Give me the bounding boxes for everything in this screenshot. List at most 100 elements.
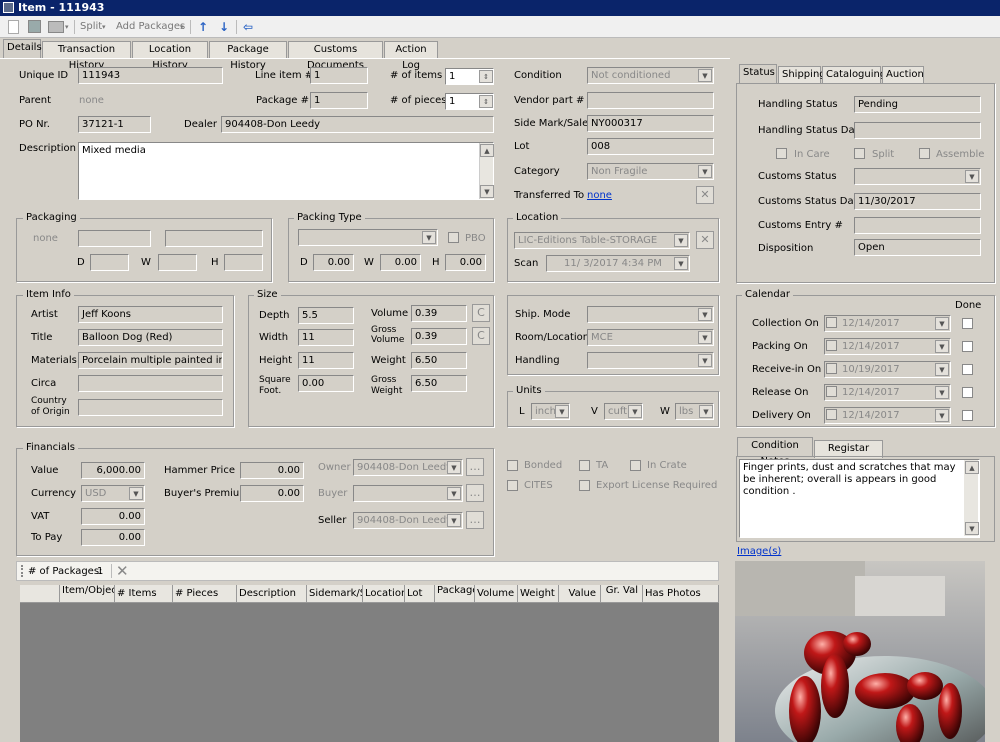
col-items[interactable]: # Items: [115, 585, 173, 603]
chevron-down-icon[interactable]: ▼: [674, 257, 688, 270]
calendar-done-checkbox[interactable]: [962, 341, 973, 352]
chevron-down-icon[interactable]: ▼: [129, 487, 143, 500]
tab-auction[interactable]: Auction: [882, 66, 924, 84]
vat-field[interactable]: 0.00: [81, 508, 145, 525]
vendor-part-field[interactable]: [587, 92, 714, 109]
tab-status[interactable]: Status: [739, 64, 777, 84]
value-field[interactable]: 6,000.00: [81, 462, 145, 479]
col-value[interactable]: Value: [559, 585, 601, 603]
split-dropdown-icon[interactable]: ▾: [102, 16, 106, 38]
images-link[interactable]: Image(s): [737, 545, 781, 559]
move-up-icon[interactable]: ↑: [198, 16, 208, 38]
clear-transfer-button[interactable]: ✕: [696, 186, 714, 204]
calendar-done-checkbox[interactable]: [962, 410, 973, 421]
print-dropdown-icon[interactable]: ▾: [65, 16, 69, 38]
chevron-down-icon[interactable]: ▼: [555, 405, 569, 418]
calendar-date-picker[interactable]: 12/14/2017: [824, 315, 951, 332]
col-item-object[interactable]: Item/Object #: [60, 585, 115, 603]
cites-checkbox[interactable]: [507, 480, 518, 491]
chevron-down-icon[interactable]: ▼: [965, 170, 979, 183]
height-field[interactable]: 11: [298, 352, 354, 369]
chevron-down-icon[interactable]: ▼: [935, 317, 949, 330]
buyers-premium-field[interactable]: 0.00: [240, 485, 304, 502]
handling-select[interactable]: [587, 352, 714, 369]
scroll-down-icon[interactable]: ▼: [480, 185, 494, 198]
back-icon[interactable]: ⇦: [243, 16, 253, 38]
in-crate-checkbox[interactable]: [630, 460, 641, 471]
chevron-down-icon[interactable]: ▼: [698, 354, 712, 367]
calendar-date-picker[interactable]: 12/14/2017: [824, 338, 951, 355]
col-weight[interactable]: Weight: [518, 585, 559, 603]
condition-notes-field[interactable]: Finger prints, dust and scratches that m…: [739, 459, 980, 538]
tab-location-history[interactable]: Location History: [132, 41, 208, 71]
buyer-browse-button[interactable]: …: [466, 484, 484, 502]
chevron-down-icon[interactable]: ▼: [698, 165, 712, 178]
materials-field[interactable]: Porcelain multiple painted in chrom: [78, 352, 223, 369]
stepper-icon[interactable]: ⇕: [479, 95, 493, 108]
transferred-link[interactable]: none: [587, 189, 612, 203]
chevron-down-icon[interactable]: ▼: [698, 331, 712, 344]
tab-details[interactable]: Details: [3, 39, 42, 59]
title-field[interactable]: Balloon Dog (Red): [78, 329, 223, 346]
col-description[interactable]: Description: [237, 585, 307, 603]
chevron-down-icon[interactable]: ▼: [447, 487, 461, 500]
split-button[interactable]: Split: [80, 16, 102, 38]
chevron-down-icon[interactable]: ▼: [628, 405, 642, 418]
calendar-enable-checkbox[interactable]: [826, 363, 837, 374]
scroll-up-icon[interactable]: ▲: [965, 461, 979, 474]
packing-type-select[interactable]: [298, 229, 438, 246]
col-pieces[interactable]: # Pieces: [173, 585, 237, 603]
scroll-up-icon[interactable]: ▲: [480, 144, 494, 157]
country-field[interactable]: [78, 399, 223, 416]
weight-field[interactable]: 6.50: [411, 352, 467, 369]
calendar-done-checkbox[interactable]: [962, 387, 973, 398]
disposition-field[interactable]: Open: [854, 239, 981, 256]
dealer-field[interactable]: 904408-Don Leedy: [221, 116, 494, 133]
packing-d-field[interactable]: 0.00: [313, 254, 354, 271]
tab-customs-documents[interactable]: Customs Documents: [288, 41, 383, 71]
add-packages-dropdown-icon[interactable]: ▾: [180, 16, 184, 38]
chevron-down-icon[interactable]: ▼: [935, 409, 949, 422]
pbo-checkbox[interactable]: [448, 232, 459, 243]
calendar-enable-checkbox[interactable]: [826, 340, 837, 351]
calendar-date-picker[interactable]: 12/14/2017: [824, 407, 951, 424]
delete-package-icon[interactable]: ✕: [116, 561, 129, 581]
category-select[interactable]: Non Fragile: [587, 163, 714, 180]
packing-h-field[interactable]: 0.00: [445, 254, 486, 271]
to-pay-field[interactable]: 0.00: [81, 529, 145, 546]
col-package-type[interactable]: Package T: [435, 585, 475, 603]
calendar-date-picker[interactable]: 10/19/2017: [824, 361, 951, 378]
in-care-checkbox[interactable]: [776, 148, 787, 159]
col-volume[interactable]: Volume: [475, 585, 518, 603]
seller-browse-button[interactable]: …: [466, 511, 484, 529]
sidemark-field[interactable]: NY000317: [587, 115, 714, 132]
chevron-down-icon[interactable]: ▼: [447, 514, 461, 527]
ship-mode-select[interactable]: [587, 306, 714, 323]
col-lot[interactable]: Lot: [405, 585, 435, 603]
chevron-down-icon[interactable]: ▼: [935, 340, 949, 353]
col-location[interactable]: Location: [363, 585, 405, 603]
calendar-done-checkbox[interactable]: [962, 364, 973, 375]
tab-shipping[interactable]: Shipping: [778, 66, 826, 84]
scan-datetime[interactable]: 11/ 3/2017 4:34 PM: [546, 255, 690, 272]
description-field[interactable]: Mixed media: [78, 142, 494, 200]
location-select[interactable]: LIC-Editions Table-STORAGE: [514, 232, 690, 249]
save-icon[interactable]: [28, 20, 41, 33]
packing-w-field[interactable]: 0.00: [380, 254, 421, 271]
tab-condition-notes[interactable]: Condition Notes: [737, 437, 813, 467]
move-down-icon[interactable]: ↓: [219, 16, 229, 38]
tab-cataloguing[interactable]: Cataloguing: [822, 66, 886, 84]
calendar-enable-checkbox[interactable]: [826, 317, 837, 328]
bonded-checkbox[interactable]: [507, 460, 518, 471]
sqft-field[interactable]: 0.00: [298, 375, 354, 392]
col-gross-value[interactable]: Gr. Val: [601, 585, 643, 603]
circa-field[interactable]: [78, 375, 223, 392]
scroll-down-icon[interactable]: ▼: [965, 522, 979, 535]
chevron-down-icon[interactable]: ▼: [935, 386, 949, 399]
chevron-down-icon[interactable]: ▼: [698, 308, 712, 321]
chevron-down-icon[interactable]: ▼: [447, 461, 461, 474]
tab-package-history[interactable]: Package History: [209, 41, 287, 71]
export-license-checkbox[interactable]: [579, 480, 590, 491]
chevron-down-icon[interactable]: ▼: [935, 363, 949, 376]
gross-volume-field[interactable]: 0.39: [411, 328, 467, 345]
